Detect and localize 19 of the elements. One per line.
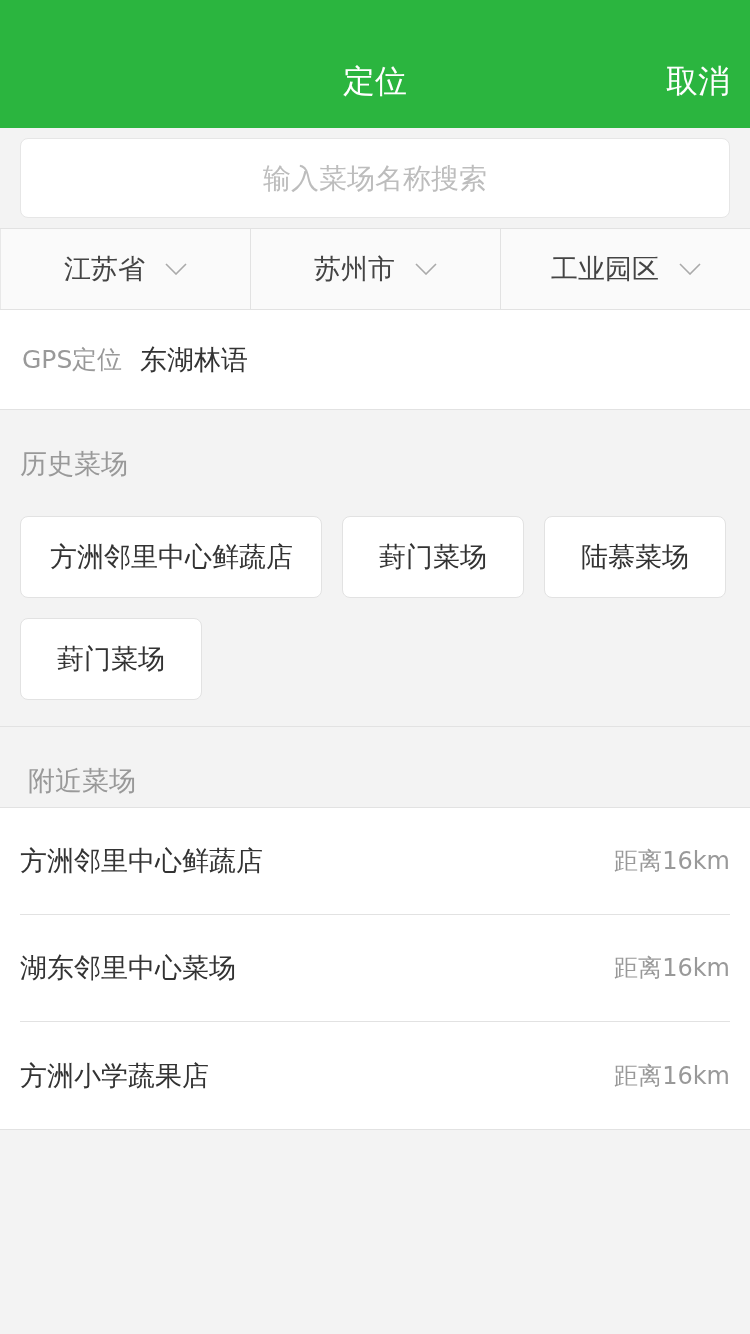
history-market-chip[interactable]: 陆慕菜场 xyxy=(544,516,726,598)
chevron-down-icon xyxy=(678,263,701,275)
history-market-chip[interactable]: 葑门菜场 xyxy=(20,618,202,700)
market-distance: 距离16km xyxy=(614,1060,730,1092)
history-market-chip[interactable]: 方洲邻里中心鲜蔬店 xyxy=(20,516,322,598)
chevron-down-icon xyxy=(165,263,187,275)
gps-location: 东湖林语 xyxy=(140,342,249,377)
market-name[interactable]: 方洲小学蔬果店 xyxy=(20,1057,209,1094)
market-name[interactable]: 湖东邻里中心菜场 xyxy=(20,950,236,986)
gps-label: GPS定位 xyxy=(22,344,123,376)
market-distance: 距离16km xyxy=(614,846,730,877)
market-name[interactable]: 方洲邻里中心鲜蔬店 xyxy=(20,843,263,879)
section-title: 附近菜场 xyxy=(28,765,136,796)
page-title: 定位 xyxy=(343,61,407,102)
section-title: 历史菜场 xyxy=(20,448,128,479)
history-market-chip[interactable]: 葑门菜场 xyxy=(342,516,524,598)
market-distance: 距离16km xyxy=(614,953,730,984)
search-field[interactable]: 输入菜场名称搜索 xyxy=(20,138,730,218)
chevron-down-icon xyxy=(415,263,437,275)
